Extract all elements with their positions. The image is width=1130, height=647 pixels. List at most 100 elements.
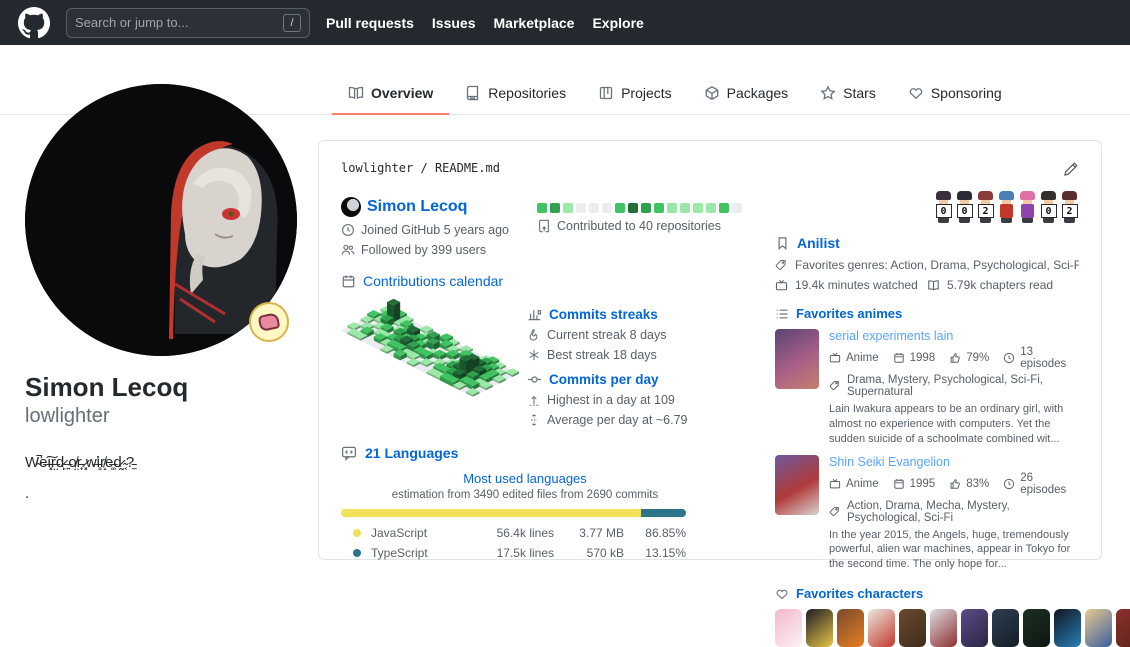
top-nav-link[interactable]: Marketplace <box>494 15 575 31</box>
book-open-icon <box>927 279 940 292</box>
commits-per-day-link[interactable]: Commits per day <box>549 372 659 387</box>
global-search[interactable]: / <box>66 8 310 38</box>
heart-icon <box>908 85 924 101</box>
contribution-square <box>550 203 560 213</box>
tab-stars[interactable]: Stars <box>804 75 892 115</box>
clock-icon <box>1003 478 1015 490</box>
tv-icon <box>829 352 841 364</box>
languages-stacked-bar <box>341 509 686 517</box>
thumbs-up-icon <box>949 352 961 364</box>
favorite-character-thumbnail[interactable] <box>868 609 895 647</box>
favorites-animes-link[interactable]: Favorites animes <box>796 306 902 321</box>
pixel-sprite <box>1018 191 1037 223</box>
best-streak-text: Best streak 18 days <box>547 348 657 362</box>
favorite-genres-text: Favorites genres: Action, Drama, Psychol… <box>795 258 1079 272</box>
language-row: JavaScript56.4k lines 3.77 MB86.85% <box>341 523 686 543</box>
bar-chart-icon <box>527 307 542 322</box>
status-emoji-badge[interactable] <box>249 302 289 342</box>
edit-readme-pencil-icon[interactable] <box>1063 161 1079 177</box>
tv-icon <box>775 279 788 292</box>
search-input[interactable] <box>75 15 277 30</box>
language-bar-segment <box>341 509 641 517</box>
followed-text: Followed by 399 users <box>361 243 486 257</box>
languages-estimation-note: estimation from 3490 edited files from 2… <box>341 489 709 501</box>
favorite-character-thumbnail[interactable] <box>806 609 833 647</box>
list-icon <box>775 307 789 321</box>
tab-sponsoring[interactable]: Sponsoring <box>892 75 1018 115</box>
favorites-characters-link[interactable]: Favorites characters <box>796 586 923 601</box>
isometric-contributions-chart <box>341 297 527 427</box>
favorite-character-thumbnail[interactable] <box>775 609 802 647</box>
tab-packages[interactable]: Packages <box>688 75 804 115</box>
current-streak-text: Current streak 8 days <box>547 328 667 342</box>
language-color-dot <box>353 549 361 557</box>
flame-icon <box>527 328 541 342</box>
readme-breadcrumb: lowlighter / README.md <box>341 161 500 175</box>
contribution-square <box>641 203 651 213</box>
commits-streaks-link[interactable]: Commits streaks <box>549 307 658 322</box>
favorite-character-thumbnail[interactable] <box>930 609 957 647</box>
joined-text: Joined GitHub 5 years ago <box>361 223 509 237</box>
favorite-character-thumbnail[interactable] <box>1116 609 1130 647</box>
contribution-square <box>602 203 612 213</box>
readme-profile-name-link[interactable]: Simon Lecoq <box>367 198 467 216</box>
top-navigation-bar: / Pull requests Issues Marketplace Explore <box>0 0 1130 45</box>
chapters-read-text: 5.79k chapters read <box>947 278 1053 292</box>
asterisk-star-icon <box>527 348 541 362</box>
people-icon <box>341 243 355 257</box>
clock-icon <box>1003 352 1015 364</box>
most-used-languages-link[interactable]: Most used languages <box>463 471 587 486</box>
languages-link[interactable]: 21 Languages <box>365 445 458 461</box>
tab-repositories[interactable]: Repositories <box>449 75 582 115</box>
arrows-average-icon <box>527 413 541 427</box>
star-icon <box>820 85 836 101</box>
tab-projects[interactable]: Projects <box>582 75 688 115</box>
readme-owner[interactable]: lowlighter <box>341 161 413 175</box>
pink-creature-emoji <box>258 312 281 332</box>
project-icon <box>598 85 614 101</box>
favorite-character-thumbnail[interactable] <box>837 609 864 647</box>
anilist-link[interactable]: Anilist <box>797 235 840 251</box>
minutes-watched-text: 19.4k minutes watched <box>795 278 918 292</box>
anime-title-link[interactable]: serial experiments lain <box>829 329 1079 343</box>
favorite-character-thumbnail[interactable] <box>1085 609 1112 647</box>
readme-filename[interactable]: README.md <box>435 161 500 175</box>
package-icon <box>704 85 720 101</box>
top-nav-links: Pull requests Issues Marketplace Explore <box>326 15 644 31</box>
contribution-square <box>576 203 586 213</box>
contribution-square <box>654 203 664 213</box>
top-nav-link[interactable]: Explore <box>592 15 643 31</box>
calendar-icon <box>341 274 356 289</box>
language-bar-segment <box>641 509 686 517</box>
tag-icon <box>829 506 841 518</box>
profile-sidebar: Simon Lecoq lowlighter W̴̚e̶͠i̵͓r̶̤d̷̙ ̶… <box>25 84 305 503</box>
top-nav-link[interactable]: Pull requests <box>326 15 414 31</box>
favorite-character-thumbnail[interactable] <box>1054 609 1081 647</box>
contributions-calendar-link[interactable]: Contributions calendar <box>363 273 503 289</box>
anime-title-link[interactable]: Shin Seiki Evangelion <box>829 455 1079 469</box>
contribution-square <box>563 203 573 213</box>
tag-icon <box>775 259 788 272</box>
repo-icon <box>465 85 481 101</box>
anime-cover-thumbnail[interactable] <box>775 329 819 389</box>
github-logo-icon[interactable] <box>18 7 50 39</box>
readme-mini-avatar <box>341 197 361 217</box>
tab-overview[interactable]: Overview <box>332 75 449 115</box>
favorite-character-thumbnail[interactable] <box>899 609 926 647</box>
language-row: TypeScript17.5k lines 570 kB13.15% <box>341 543 686 563</box>
language-color-dot <box>353 529 361 537</box>
favorite-character-thumbnail[interactable] <box>1023 609 1050 647</box>
repo-push-icon <box>537 219 551 233</box>
highest-day-text: Highest in a day at 109 <box>547 393 675 407</box>
top-nav-link[interactable]: Issues <box>432 15 476 31</box>
favorite-character-thumbnail[interactable] <box>992 609 1019 647</box>
thumbs-up-icon <box>949 478 961 490</box>
pixel-sprite <box>997 191 1016 223</box>
contribution-square <box>589 203 599 213</box>
slash-key-hint: / <box>283 14 301 32</box>
profile-bio: W̴̚e̶͠i̵͓r̶̤d̷̙ ̶͍o̸̤r̵̟ ̷͓w̶̛i̵̻r̸̝e̶͚d… <box>25 454 305 503</box>
code-comment-icon <box>341 445 357 461</box>
profile-username: lowlighter <box>25 405 305 428</box>
anime-cover-thumbnail[interactable] <box>775 455 819 515</box>
favorite-character-thumbnail[interactable] <box>961 609 988 647</box>
